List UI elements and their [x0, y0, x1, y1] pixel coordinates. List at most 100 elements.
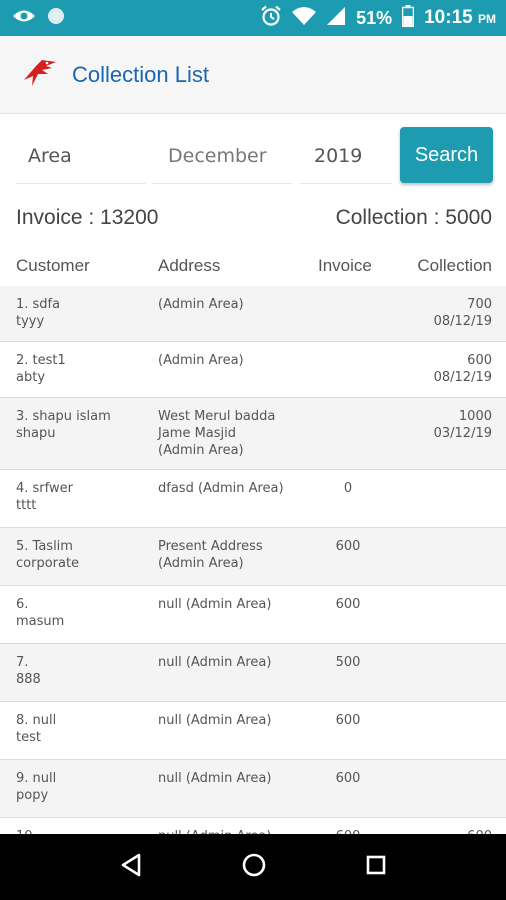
table-row[interactable]: 6. masum null (Admin Area) 600: [0, 586, 506, 644]
customer-cell-line: abty: [16, 370, 46, 385]
customer-cell: 6. masum: [16, 596, 152, 630]
address-cell-line: null (Admin Area): [158, 655, 272, 670]
back-icon[interactable]: [119, 852, 143, 882]
collection-cell-line: 700: [467, 297, 492, 312]
customer-cell-line: tttt: [16, 498, 37, 513]
customer-cell-line: 2. test1: [16, 353, 66, 368]
customer-cell-line: 4. srfwer: [16, 481, 73, 496]
table-row[interactable]: 10.null (Admin Area)600600: [0, 818, 506, 834]
alarm-icon: [260, 5, 282, 31]
collection-cell-line: 600: [467, 353, 492, 368]
customer-cell: 2. test1 abty: [16, 352, 152, 386]
invoice-cell-value: 500: [335, 655, 361, 670]
address-cell-line: null (Admin Area): [158, 771, 272, 786]
address-cell: dfasd (Admin Area): [158, 480, 308, 497]
collection-cell-line: 08/12/19: [433, 370, 492, 385]
customer-cell: 1. sdfa tyyy: [16, 296, 152, 330]
battery-percent: 51%: [356, 7, 393, 28]
customer-cell-line: 8. null: [16, 713, 57, 728]
customer-cell-line: popy: [16, 788, 49, 803]
collection-cell: 700 08/12/19: [382, 296, 492, 330]
clock-time: 10:15: [424, 7, 473, 28]
collection-cell-line: 08/12/19: [433, 314, 492, 329]
invoice-cell-value: 600: [335, 597, 361, 612]
wifi-icon: [292, 6, 317, 30]
customer-cell-line: 5. Taslim: [16, 539, 73, 554]
customer-cell-line: 3. shapu islam: [16, 409, 111, 424]
address-cell-line: null (Admin Area): [158, 597, 272, 612]
address-cell-line: West Merul badda: [158, 409, 276, 424]
recents-icon[interactable]: [365, 854, 387, 880]
customer-cell-line: 888: [16, 672, 41, 687]
address-cell: (Admin Area): [158, 296, 308, 313]
search-button[interactable]: Search: [400, 127, 493, 183]
table-row[interactable]: 3. shapu islam shapu West Merul badda Jame …: [0, 398, 506, 470]
month-select[interactable]: December: [152, 128, 292, 184]
invoice-cell: 600: [318, 712, 378, 729]
header-invoice: Invoice: [318, 256, 372, 275]
customer-cell: 4. srfwer tttt: [16, 480, 152, 514]
customer-cell: 7. 888: [16, 654, 152, 688]
invoice-cell: 600: [318, 770, 378, 787]
circle-icon: [46, 6, 66, 30]
table-row[interactable]: 1. sdfa tyyy (Admin Area) 700 08/12/19: [0, 286, 506, 342]
year-select[interactable]: 2019: [300, 128, 392, 184]
customer-cell: 9. null popy: [16, 770, 152, 804]
totals-summary: Invoice : 13200 Collection : 5000: [16, 200, 492, 236]
area-select[interactable]: Area: [16, 128, 146, 184]
navigation-bar: [0, 834, 506, 900]
clock-ampm: PM: [478, 12, 496, 26]
address-cell-line: (Admin Area): [158, 556, 244, 571]
app-bar: Collection List: [0, 36, 506, 114]
collection-cell-line: 1000: [458, 409, 492, 424]
invoice-cell-value: 600: [335, 713, 361, 728]
invoice-cell-value: 600: [335, 771, 361, 786]
customer-cell-line: masum: [16, 614, 65, 629]
battery-icon: [401, 5, 415, 31]
address-cell-line: Jame Masjid: [158, 426, 237, 441]
invoice-cell-value: 0: [343, 481, 353, 496]
status-right: 51% 10:15 PM: [260, 5, 496, 31]
table-row[interactable]: 4. srfwer tttt dfasd (Admin Area) 0: [0, 470, 506, 528]
invoice-cell: 500: [318, 654, 378, 671]
customer-cell: 3. shapu islam shapu: [16, 408, 152, 442]
collection-cell-line: 03/12/19: [433, 426, 492, 441]
clock: 10:15 PM: [424, 7, 496, 29]
customer-cell-line: shapu: [16, 426, 56, 441]
address-cell: (Admin Area): [158, 352, 308, 369]
collection-table[interactable]: 1. sdfa tyyy (Admin Area) 700 08/12/19 2. te…: [0, 286, 506, 834]
address-cell-line: null (Admin Area): [158, 713, 272, 728]
header-address: Address: [158, 256, 221, 275]
invoice-cell: 600: [318, 538, 378, 555]
page-title: Collection List: [72, 61, 209, 87]
table-header: Customer Address Invoice Collection: [0, 248, 506, 286]
address-cell: West Merul badda Jame Masjid (Admin Area): [158, 408, 308, 459]
address-cell: Present Address (Admin Area): [158, 538, 308, 572]
home-icon[interactable]: [241, 852, 267, 882]
address-cell: null (Admin Area): [158, 596, 308, 613]
customer-cell-line: 6.: [16, 597, 29, 612]
table-row[interactable]: 2. test1 abty (Admin Area) 600 08/12/19: [0, 342, 506, 398]
table-row[interactable]: 5. Taslim corporate Present Address (Admin …: [0, 528, 506, 586]
address-cell-line: Present Address: [158, 539, 263, 554]
customer-cell-line: 7.: [16, 655, 29, 670]
status-left: [12, 6, 66, 30]
header-collection: Collection: [417, 256, 492, 275]
address-cell-line: (Admin Area): [158, 443, 244, 458]
address-cell: null (Admin Area): [158, 770, 308, 787]
address-cell-line: dfasd (Admin Area): [158, 481, 284, 496]
table-row[interactable]: 9. null popy null (Admin Area) 600: [0, 760, 506, 818]
customer-cell: 5. Taslim corporate: [16, 538, 152, 572]
customer-cell-line: tyyy: [16, 314, 45, 329]
customer-cell: 8. null test: [16, 712, 152, 746]
customer-cell-line: corporate: [16, 556, 80, 571]
invoice-total: Invoice : 13200: [16, 206, 159, 229]
address-cell: null (Admin Area): [158, 654, 308, 671]
eagle-logo-icon: [22, 58, 58, 92]
address-cell-line: (Admin Area): [158, 353, 244, 368]
invoice-cell: 600: [318, 596, 378, 613]
collection-cell: 1000 03/12/19: [382, 408, 492, 442]
table-row[interactable]: 7. 888 null (Admin Area) 500: [0, 644, 506, 702]
invoice-cell: 0: [318, 480, 378, 497]
table-row[interactable]: 8. null test null (Admin Area) 600: [0, 702, 506, 760]
